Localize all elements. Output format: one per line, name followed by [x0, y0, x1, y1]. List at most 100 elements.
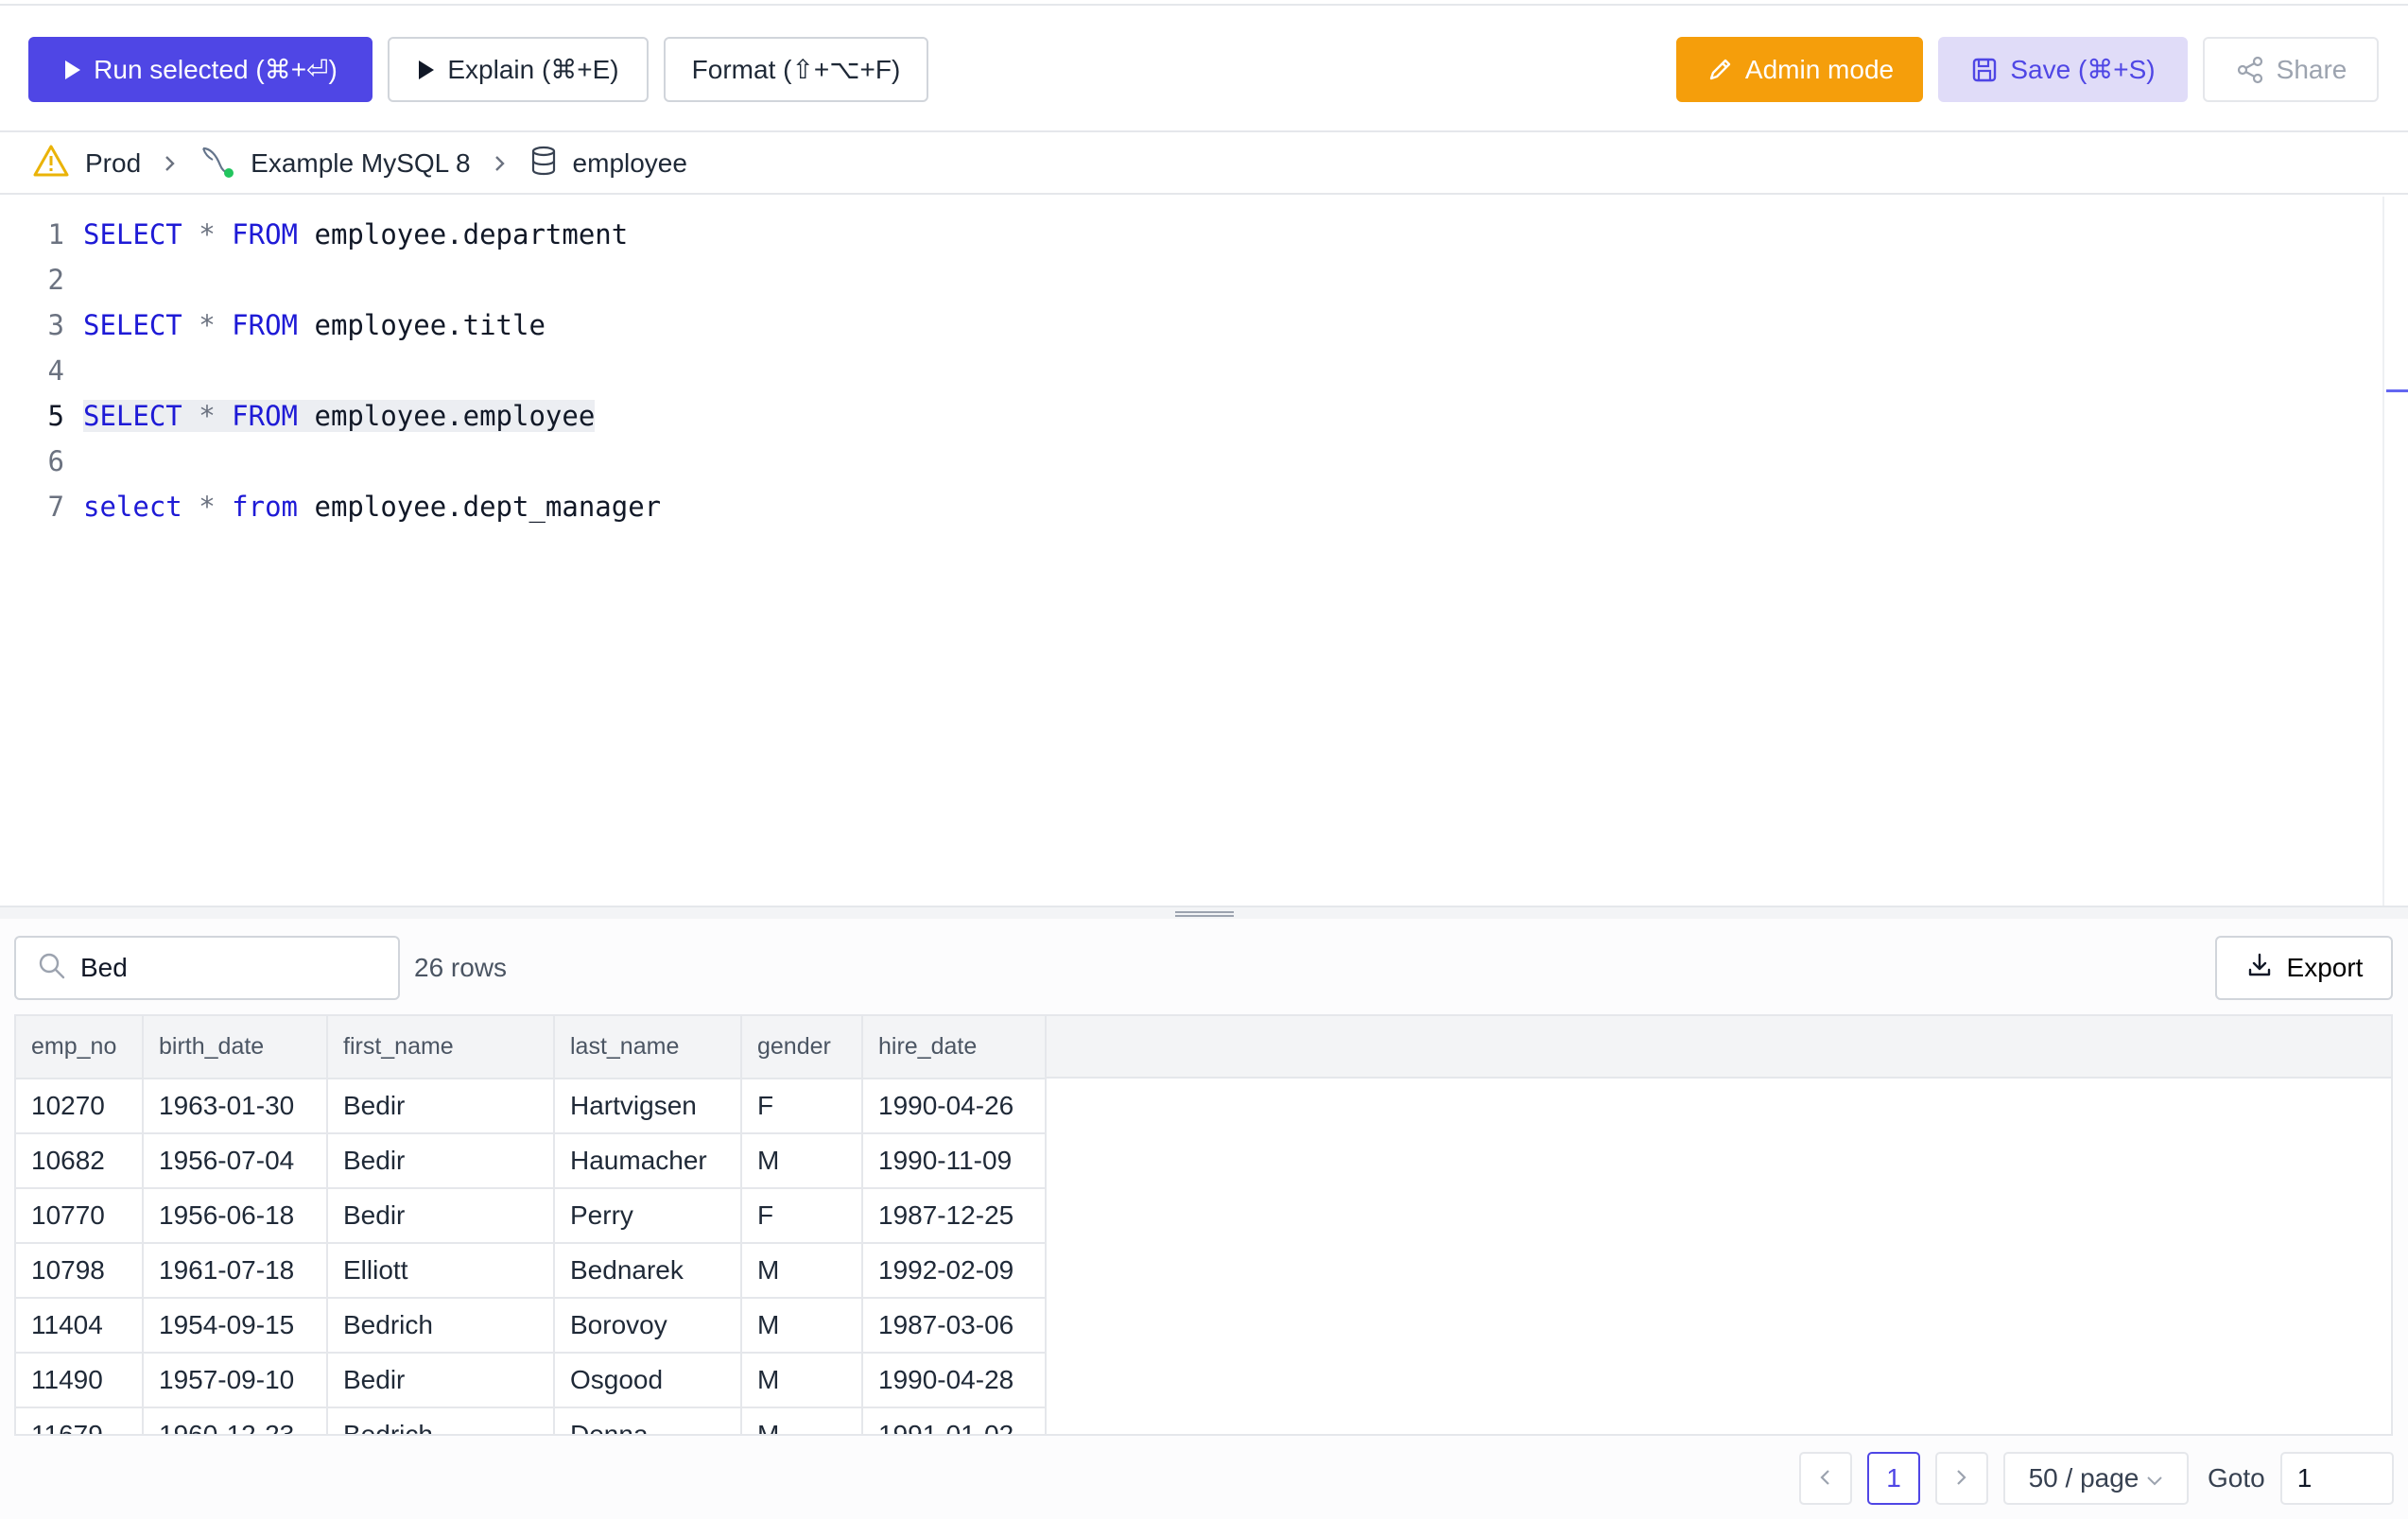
table-cell[interactable]: 1956-06-18: [143, 1188, 328, 1244]
code-text: select * from employee.dept_manager: [83, 491, 661, 523]
run-selected-button[interactable]: Run selected (⌘+⏎): [28, 37, 372, 102]
table-row[interactable]: 10682 1956-07-04 Bedir Haumacher M 1990-11-09: [16, 1133, 1047, 1189]
drag-handle-icon[interactable]: [1175, 911, 1234, 917]
next-page-button[interactable]: [1935, 1452, 1988, 1505]
panel-splitter[interactable]: [0, 906, 2408, 919]
table-row[interactable]: 10270 1963-01-30 Bedir Hartvigsen F 1990-04-2…: [16, 1079, 1047, 1134]
table-cell[interactable]: 1954-09-15: [143, 1298, 328, 1354]
table-cell[interactable]: 1987-03-06: [862, 1298, 1047, 1354]
share-button[interactable]: Share: [2203, 37, 2379, 102]
column-header[interactable]: emp_no: [16, 1016, 144, 1079]
sql-editor[interactable]: 1 SELECT * FROM employee.department 2 3 SELE…: [0, 197, 2382, 906]
column-header[interactable]: gender: [741, 1016, 863, 1079]
chevron-right-icon: [164, 154, 177, 173]
column-header[interactable]: last_name: [554, 1016, 742, 1079]
column-header[interactable]: birth_date: [143, 1016, 328, 1079]
table-cell[interactable]: M: [741, 1298, 863, 1354]
table-cell[interactable]: Hartvigsen: [554, 1079, 742, 1134]
table-cell[interactable]: Bedir: [327, 1079, 555, 1134]
sql-operator: *: [199, 491, 216, 523]
table-cell[interactable]: 1960-12-23: [143, 1407, 328, 1434]
table-cell[interactable]: 11404: [16, 1298, 144, 1354]
table-row[interactable]: 10798 1961-07-18 Elliott Bednarek M 1992-02-0…: [16, 1243, 1047, 1299]
breadcrumb-database[interactable]: employee: [529, 146, 687, 182]
table-cell[interactable]: 1990-04-28: [862, 1353, 1047, 1408]
prev-page-button[interactable]: [1799, 1452, 1852, 1505]
format-button[interactable]: Format (⇧+⌥+F): [664, 37, 928, 102]
search-input[interactable]: [80, 953, 364, 983]
column-header[interactable]: hire_date: [862, 1016, 1047, 1079]
breadcrumb-instance[interactable]: Example MySQL 8: [199, 143, 471, 185]
sql-keyword: SELECT: [83, 218, 182, 250]
export-button[interactable]: Export: [2215, 936, 2393, 1000]
table-cell[interactable]: F: [741, 1188, 863, 1244]
table-cell[interactable]: 1957-09-10: [143, 1353, 328, 1408]
table-cell[interactable]: 1961-07-18: [143, 1243, 328, 1299]
save-button[interactable]: Save (⌘+S): [1938, 37, 2188, 102]
table-cell[interactable]: M: [741, 1133, 863, 1189]
table-cell[interactable]: Perry: [554, 1188, 742, 1244]
table-cell[interactable]: Bedir: [327, 1133, 555, 1189]
table-cell[interactable]: 1990-11-09: [862, 1133, 1047, 1189]
table-cell[interactable]: Bedrich: [327, 1407, 555, 1434]
table-cell[interactable]: F: [741, 1079, 863, 1134]
row-count: 26 rows: [414, 953, 508, 982]
table-cell[interactable]: Bedir: [327, 1188, 555, 1244]
table-cell[interactable]: Haumacher: [554, 1133, 742, 1189]
editor-line[interactable]: 2: [0, 257, 83, 302]
editor-line[interactable]: 3 SELECT * FROM employee.title: [0, 302, 546, 348]
share-label: Share: [2276, 54, 2347, 84]
table-cell[interactable]: Borovoy: [554, 1298, 742, 1354]
table-cell[interactable]: 10798: [16, 1243, 144, 1299]
table-cell[interactable]: 1963-01-30: [143, 1079, 328, 1134]
editor-line[interactable]: 1 SELECT * FROM employee.department: [0, 212, 629, 257]
table-row[interactable]: 10770 1956-06-18 Bedir Perry F 1987-12-25: [16, 1188, 1047, 1244]
page-size-select[interactable]: 50 / page: [2003, 1452, 2189, 1505]
table-cell[interactable]: 1992-02-09: [862, 1243, 1047, 1299]
table-cell[interactable]: Bedrich: [327, 1298, 555, 1354]
table-row[interactable]: 11404 1954-09-15 Bedrich Borovoy M 1987-03-06: [16, 1298, 1047, 1354]
admin-mode-button[interactable]: Admin mode: [1676, 37, 1923, 102]
table-cell[interactable]: Osgood: [554, 1353, 742, 1408]
table-cell[interactable]: Denna: [554, 1407, 742, 1434]
table-cell[interactable]: Bedir: [327, 1353, 555, 1408]
explain-label: Explain (⌘+E): [447, 55, 619, 84]
goto-input[interactable]: 1: [2279, 1452, 2394, 1505]
chevron-left-icon: [1819, 1463, 1832, 1493]
result-grid: emp_no birth_date first_name last_name gende…: [16, 1016, 1047, 1434]
play-icon: [63, 60, 82, 80]
table-row[interactable]: 11490 1957-09-10 Bedir Osgood M 1990-04-28: [16, 1353, 1047, 1408]
editor-line[interactable]: 4: [0, 348, 83, 393]
table-cell[interactable]: 1990-04-26: [862, 1079, 1047, 1134]
table-row[interactable]: 11679 1960-12-23 Bedrich Denna M 1991-01-02: [16, 1407, 1047, 1434]
editor-line[interactable]: 7 select * from employee.dept_manager: [0, 484, 662, 529]
code-text: SELECT * FROM employee.title: [83, 309, 546, 341]
table-cell[interactable]: M: [741, 1243, 863, 1299]
table-cell[interactable]: Elliott: [327, 1243, 555, 1299]
table-cell[interactable]: 10682: [16, 1133, 144, 1189]
table-cell[interactable]: M: [741, 1407, 863, 1434]
breadcrumb-environment[interactable]: Prod: [32, 144, 141, 184]
table-cell[interactable]: 10770: [16, 1188, 144, 1244]
result-search-box[interactable]: [14, 936, 400, 1000]
table-cell[interactable]: M: [741, 1353, 863, 1408]
table-cell[interactable]: 1987-12-25: [862, 1188, 1047, 1244]
table-cell[interactable]: 1991-01-02: [862, 1407, 1047, 1434]
table-cell[interactable]: 11679: [16, 1407, 144, 1434]
page-size-label: 50 / page: [2028, 1463, 2139, 1493]
line-number: 7: [47, 491, 64, 523]
editor-scrollbar[interactable]: [2382, 197, 2408, 906]
page-1-button[interactable]: 1: [1867, 1452, 1920, 1505]
table-cell[interactable]: Bednarek: [554, 1243, 742, 1299]
editor-line[interactable]: 5 SELECT * FROM employee.employee: [0, 393, 596, 439]
search-icon: [37, 951, 67, 986]
column-header[interactable]: first_name: [327, 1016, 555, 1079]
explain-button[interactable]: Explain (⌘+E): [388, 37, 649, 102]
table-cell[interactable]: 11490: [16, 1353, 144, 1408]
table-cell[interactable]: 10270: [16, 1079, 144, 1134]
table-cell[interactable]: 1956-07-04: [143, 1133, 328, 1189]
editor-line[interactable]: 6: [0, 439, 83, 484]
